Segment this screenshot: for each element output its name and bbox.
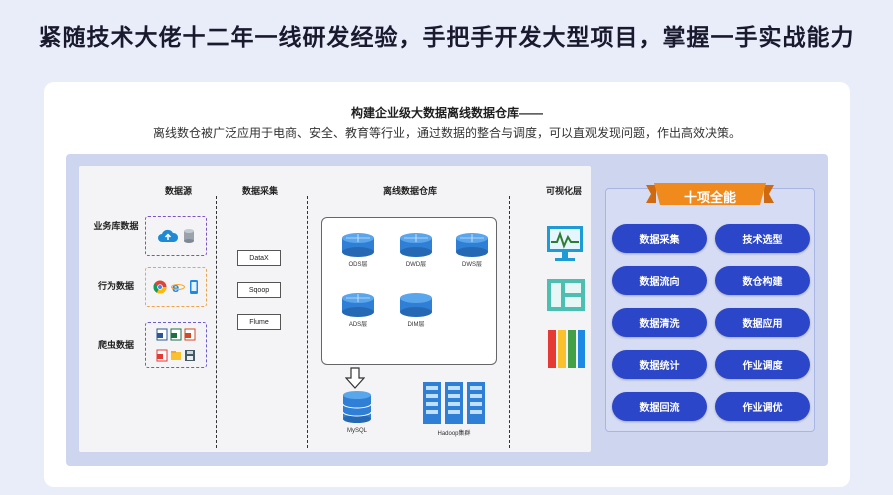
layer-ads-label: ADS层 <box>348 322 368 328</box>
database-icon <box>184 229 194 243</box>
pdf-file-icon <box>156 349 168 362</box>
mobile-phone-icon <box>190 280 198 294</box>
layer-ads: ADS层 <box>336 292 380 328</box>
column-head-collection: 数据采集 <box>242 186 279 196</box>
tool-flume: Flume <box>237 314 281 330</box>
source-box-crawler <box>145 322 207 368</box>
hadoop-label: Hadoop集群 <box>437 431 471 437</box>
source-label-behavior: 行为数据 <box>97 281 134 291</box>
hadoop-cluster-icon <box>423 382 485 424</box>
capability-pill: 作业调优 <box>715 392 810 421</box>
tool-sqoop: Sqoop <box>237 282 281 298</box>
architecture-panel: 数据源 数据采集 离线数据仓库 可视化层 业务库数据 行为数据 e 爬虫数据 D… <box>66 154 828 466</box>
column-head-warehouse: 离线数据仓库 <box>383 186 438 196</box>
capability-pill: 数仓构建 <box>715 266 810 295</box>
save-disk-icon <box>185 350 195 361</box>
capability-pill: 数据回流 <box>612 392 707 421</box>
tool-datax: DataX <box>237 250 281 266</box>
capability-pill: 数据应用 <box>715 308 810 337</box>
architecture-diagram: 数据源 数据采集 离线数据仓库 可视化层 业务库数据 行为数据 e 爬虫数据 D… <box>79 166 591 452</box>
capability-pill: 数据统计 <box>612 350 707 379</box>
capability-pill: 数据清洗 <box>612 308 707 337</box>
layer-dws-label: DWS层 <box>462 262 482 268</box>
separator-line <box>307 196 308 448</box>
bar-chart-icon <box>548 330 585 368</box>
card-title: 构建企业级大数据离线数据仓库—— <box>350 106 543 120</box>
separator-line <box>216 196 217 448</box>
warehouse-box: ODS层 DWD层 DWS层 ADS层 DIM层 <box>321 217 497 365</box>
mysql-label: MySQL <box>346 428 367 434</box>
ppt-file-icon <box>184 328 196 341</box>
cloud-upload-icon <box>158 229 179 242</box>
dashboard-layout-icon <box>547 279 585 311</box>
capability-pill: 数据流向 <box>612 266 707 295</box>
chrome-browser-icon <box>153 280 167 294</box>
source-box-behavior: e <box>145 267 207 307</box>
cylinder-icon <box>342 293 374 317</box>
cylinder-icon <box>400 233 432 257</box>
layer-dws: DWS层 <box>450 232 494 268</box>
capability-pill: 技术选型 <box>715 224 810 253</box>
layer-dwd-label: DWD层 <box>405 262 427 268</box>
monitor-chart-icon <box>547 226 583 261</box>
source-label-crawler: 爬虫数据 <box>97 340 134 350</box>
source-label-business: 业务库数据 <box>93 221 139 231</box>
content-card: 构建企业级大数据离线数据仓库—— 离线数仓被广泛应用于电商、安全、教育等行业，通… <box>44 82 850 487</box>
column-head-visual: 可视化层 <box>546 186 583 196</box>
capability-pill: 数据采集 <box>612 224 707 253</box>
word-file-icon <box>156 328 168 341</box>
cylinder-icon <box>400 293 432 317</box>
cylinder-icon <box>342 233 374 257</box>
mysql-database-icon <box>342 391 372 423</box>
cylinder-icon <box>456 233 488 257</box>
capabilities-panel: 十项全能 数据采集 技术选型 数据流向 数仓构建 数据清洗 数据应用 数据统计 … <box>605 183 815 432</box>
folder-file-icon <box>171 351 181 360</box>
page-headline: 紧随技术大佬十二年一线研发经验，手把手开发大型项目，掌握一手实战能力 <box>38 24 855 50</box>
ie-browser-icon: e <box>171 280 185 294</box>
capability-pill: 作业调度 <box>715 350 810 379</box>
layer-dwd: DWD层 <box>394 232 438 268</box>
capabilities-title: 十项全能 <box>683 189 736 205</box>
layer-dim: DIM层 <box>394 292 438 328</box>
source-box-business <box>145 216 207 256</box>
layer-ods: ODS层 <box>336 232 380 268</box>
excel-file-icon <box>170 328 182 341</box>
separator-line <box>509 196 510 448</box>
card-subtitle: 离线数仓被广泛应用于电商、安全、教育等行业，通过数据的整合与调度，可以直观发现问… <box>152 126 741 140</box>
layer-dim-label: DIM层 <box>407 322 425 328</box>
layer-ods-label: ODS层 <box>348 262 368 268</box>
svg-text:e: e <box>172 280 179 294</box>
column-head-sources: 数据源 <box>165 186 193 196</box>
arrow-down-icon <box>345 367 365 389</box>
